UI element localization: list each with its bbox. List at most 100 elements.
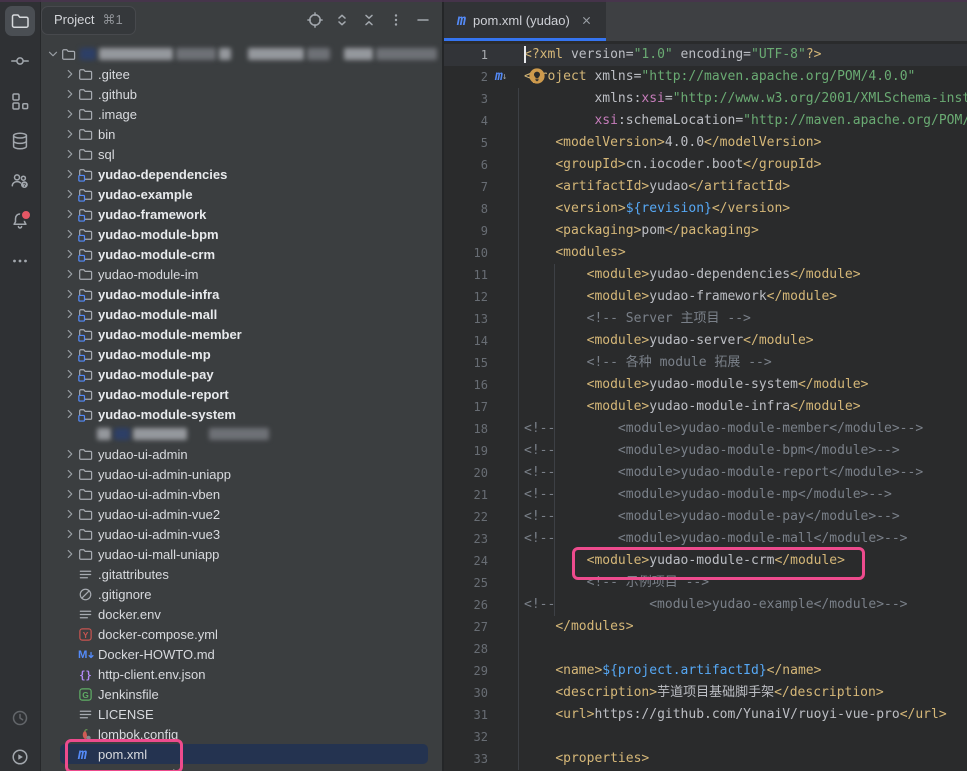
tree-item-readme-md[interactable]: MREADME.md — [40, 764, 440, 771]
tree-item-yudao-ui-admin-vue2[interactable]: yudao-ui-admin-vue2 — [40, 504, 440, 524]
code-line-2[interactable]: 2m↓<project xmlns="http://maven.apache.o… — [444, 66, 967, 88]
code-line-20[interactable]: 20<!-- <module>yudao-module-report</modu… — [444, 462, 967, 484]
expand-all-icon[interactable] — [334, 12, 350, 28]
tree-item-yudao-ui-admin-uniapp[interactable]: yudao-ui-admin-uniapp — [40, 464, 440, 484]
chevron-right-icon[interactable] — [61, 366, 78, 382]
close-icon[interactable] — [580, 14, 593, 27]
tree-item-yudao-module-infra[interactable]: yudao-module-infra — [40, 284, 440, 304]
chevron-right-icon[interactable] — [61, 466, 78, 482]
code-line-12[interactable]: 12 <module>yudao-framework</module> — [444, 286, 967, 308]
code-line-14[interactable]: 14 <module>yudao-server</module> — [444, 330, 967, 352]
tree-item-yudao-module-mall[interactable]: yudao-module-mall — [40, 304, 440, 324]
code-line-24[interactable]: 24 <module>yudao-module-crm</module> — [444, 550, 967, 572]
code-line-16[interactable]: 16 <module>yudao-module-system</module> — [444, 374, 967, 396]
chevron-right-icon[interactable] — [61, 486, 78, 502]
more-tool-windows-icon[interactable] — [5, 246, 35, 276]
code-line-30[interactable]: 30 <description>芋道项目基础脚手架</description> — [444, 682, 967, 704]
code-line-10[interactable]: 10 <modules> — [444, 242, 967, 264]
tree-item-bin[interactable]: bin — [40, 124, 440, 144]
code-line-25[interactable]: 25 <!-- 示例项目 --> — [444, 572, 967, 594]
tree-item-yudao-module-report[interactable]: yudao-module-report — [40, 384, 440, 404]
tree-item-yudao-framework[interactable]: yudao-framework — [40, 204, 440, 224]
code-line-3[interactable]: 3 xmlns:xsi="http://www.w3.org/2001/XMLS… — [444, 88, 967, 110]
tree-item-yudao-module-bpm[interactable]: yudao-module-bpm — [40, 224, 440, 244]
locate-icon[interactable] — [307, 12, 323, 28]
tree-item-redacted[interactable] — [40, 44, 440, 64]
tree-item-yudao-module-im[interactable]: yudao-module-im — [40, 264, 440, 284]
tree-item--gitee[interactable]: .gitee — [40, 64, 440, 84]
tree-item-sql[interactable]: sql — [40, 144, 440, 164]
chevron-right-icon[interactable] — [61, 526, 78, 542]
code-line-5[interactable]: 5 <modelVersion>4.0.0</modelVersion> — [444, 132, 967, 154]
chevron-right-icon[interactable] — [61, 286, 78, 302]
tree-item-lombok-config[interactable]: lombok.config — [40, 724, 440, 744]
tree-item-yudao-ui-mall-uniapp[interactable]: yudao-ui-mall-uniapp — [40, 544, 440, 564]
tree-item-yudao-module-member[interactable]: yudao-module-member — [40, 324, 440, 344]
chevron-right-icon[interactable] — [61, 346, 78, 362]
tree-item-license[interactable]: LICENSE — [40, 704, 440, 724]
tree-item-yudao-module-mp[interactable]: yudao-module-mp — [40, 344, 440, 364]
code-line-13[interactable]: 13 <!-- Server 主项目 --> — [444, 308, 967, 330]
project-panel-tab[interactable]: Project ⌘1 — [41, 6, 136, 35]
chevron-right-icon[interactable] — [61, 266, 78, 282]
code-line-22[interactable]: 22<!-- <module>yudao-module-pay</module>… — [444, 506, 967, 528]
collapse-all-icon[interactable] — [361, 12, 377, 28]
tree-item-yudao-example[interactable]: yudao-example — [40, 184, 440, 204]
tree-item-docker-howto-md[interactable]: MDocker-HOWTO.md — [40, 644, 440, 664]
tree-item--github[interactable]: .github — [40, 84, 440, 104]
code-line-27[interactable]: 27 </modules> — [444, 616, 967, 638]
code-line-15[interactable]: 15 <!-- 各种 module 拓展 --> — [444, 352, 967, 374]
chevron-right-icon[interactable] — [61, 126, 78, 142]
maven-sync-gutter-icon[interactable]: m↓ — [488, 66, 524, 88]
chevron-right-icon[interactable] — [61, 306, 78, 322]
code-line-1[interactable]: 1<?xml version="1.0" encoding="UTF-8"?> — [444, 44, 967, 66]
tree-item--gitattributes[interactable]: .gitattributes — [40, 564, 440, 584]
code-line-6[interactable]: 6 <groupId>cn.iocoder.boot</groupId> — [444, 154, 967, 176]
chevron-right-icon[interactable] — [61, 206, 78, 222]
chevron-right-icon[interactable] — [61, 506, 78, 522]
code-line-11[interactable]: 11 <module>yudao-dependencies</module> — [444, 264, 967, 286]
tree-item-http-client-env-json[interactable]: {}http-client.env.json — [40, 664, 440, 684]
chevron-right-icon[interactable] — [61, 146, 78, 162]
tree-item-jenkinsfile[interactable]: GJenkinsfile — [40, 684, 440, 704]
code-line-8[interactable]: 8 <version>${revision}</version> — [444, 198, 967, 220]
code-line-7[interactable]: 7 <artifactId>yudao</artifactId> — [444, 176, 967, 198]
tree-item-yudao-module-crm[interactable]: yudao-module-crm — [40, 244, 440, 264]
code-line-17[interactable]: 17 <module>yudao-module-infra</module> — [444, 396, 967, 418]
chevron-right-icon[interactable] — [61, 86, 78, 102]
code-line-28[interactable]: 28 — [444, 638, 967, 660]
project-folder-icon[interactable] — [5, 6, 35, 36]
chevron-right-icon[interactable] — [61, 226, 78, 242]
code-line-23[interactable]: 23<!-- <module>yudao-module-mall</module… — [444, 528, 967, 550]
tree-item-redacted[interactable] — [40, 424, 440, 444]
editor-tab-pom-xml[interactable]: m pom.xml (yudao) — [444, 0, 606, 41]
code-line-18[interactable]: 18<!-- <module>yudao-module-member</modu… — [444, 418, 967, 440]
recent-clock-icon[interactable] — [5, 703, 35, 733]
tree-item-yudao-ui-admin-vben[interactable]: yudao-ui-admin-vben — [40, 484, 440, 504]
chevron-right-icon[interactable] — [61, 186, 78, 202]
database-icon[interactable] — [5, 126, 35, 156]
code-line-19[interactable]: 19<!-- <module>yudao-module-bpm</module>… — [444, 440, 967, 462]
community-help-icon[interactable]: ? — [5, 166, 35, 196]
code-line-4[interactable]: 4 xsi:schemaLocation="http://maven.apach… — [444, 110, 967, 132]
code-line-31[interactable]: 31 <url>https://github.com/YunaiV/ruoyi-… — [444, 704, 967, 726]
notifications-icon[interactable] — [5, 206, 35, 236]
tree-item--image[interactable]: .image — [40, 104, 440, 124]
chevron-right-icon[interactable] — [61, 106, 78, 122]
code-line-9[interactable]: 9 <packaging>pom</packaging> — [444, 220, 967, 242]
tree-item-docker-compose-yml[interactable]: Ydocker-compose.yml — [40, 624, 440, 644]
chevron-right-icon[interactable] — [61, 406, 78, 422]
chevron-right-icon[interactable] — [61, 446, 78, 462]
tree-item-yudao-dependencies[interactable]: yudao-dependencies — [40, 164, 440, 184]
chevron-right-icon[interactable] — [61, 386, 78, 402]
tree-item-yudao-ui-admin-vue3[interactable]: yudao-ui-admin-vue3 — [40, 524, 440, 544]
code-line-33[interactable]: 33 <properties> — [444, 748, 967, 770]
chevron-right-icon[interactable] — [61, 166, 78, 182]
code-line-29[interactable]: 29 <name>${project.artifactId}</name> — [444, 660, 967, 682]
tree-item-yudao-module-system[interactable]: yudao-module-system — [40, 404, 440, 424]
structure-icon[interactable] — [5, 86, 35, 116]
code-editor[interactable]: 1<?xml version="1.0" encoding="UTF-8"?>2… — [444, 41, 967, 771]
options-kebab-icon[interactable] — [388, 12, 404, 28]
code-line-26[interactable]: 26<!-- <module>yudao-example</module>--> — [444, 594, 967, 616]
commit-icon[interactable] — [5, 46, 35, 76]
